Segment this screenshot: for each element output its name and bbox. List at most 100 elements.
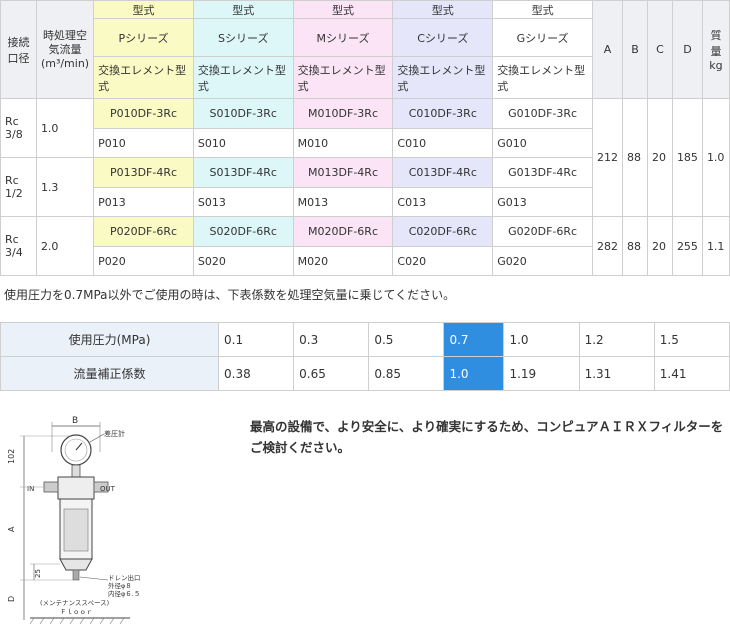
mass-header: 質量kg [701, 0, 730, 99]
pressure-cell: 0.5 [368, 322, 445, 357]
col-a-header: A [591, 0, 623, 99]
coef-cell: 1.41 [653, 356, 730, 391]
model-cell: C013DF-4Rc [392, 157, 494, 188]
coef-cell: 0.85 [368, 356, 445, 391]
element-cell: C010 [392, 128, 494, 158]
port-cell: Rc 3/8 [0, 98, 37, 158]
series-c: Cシリーズ [392, 18, 494, 57]
series-s: Sシリーズ [192, 18, 294, 57]
inlet-port [43, 481, 59, 493]
dim-a: 212 [591, 98, 623, 217]
element-cell: C013 [392, 187, 494, 217]
flow-header: 時処理空気流量 (m³/min) [35, 0, 95, 99]
model-header-s: 型式 [192, 0, 294, 19]
pressure-cell: 1.0 [503, 322, 580, 357]
in-label: IN [27, 485, 34, 493]
coef-cell: 0.65 [293, 356, 370, 391]
model-cell: C020DF-6Rc [392, 216, 494, 247]
element-cell: P020 [93, 246, 194, 276]
col-b-header: B [621, 0, 648, 99]
model-cell: C010DF-3Rc [392, 98, 494, 129]
model-cell: M013DF-4Rc [292, 157, 394, 188]
element-cell: C020 [392, 246, 494, 276]
element-header-p: 交換エレメント型式 [93, 56, 194, 99]
mass: 1.0 [701, 98, 730, 217]
element-cell: M010 [292, 128, 394, 158]
series-p: Pシリーズ [93, 18, 194, 57]
pressure-cell: 0.1 [217, 322, 295, 357]
dim-25-label: 25 [34, 569, 42, 578]
out-label: OUT [100, 485, 116, 493]
drain-label-3: 内径φ６.５ [108, 589, 140, 598]
dim-a: 282 [591, 216, 623, 276]
coef-label: 流量補正係数 [0, 356, 219, 391]
spec-table: 接続口径 時処理空気流量 (m³/min) 型式 型式 型式 型式 型式 A B … [0, 0, 730, 276]
table-row: Rc 3/8 1.0 P010DF-3Rc S010DF-3Rc M010DF-… [0, 98, 730, 217]
model-cell: G010DF-3Rc [492, 98, 593, 129]
model-cell: S010DF-3Rc [192, 98, 294, 129]
filter-head [57, 476, 95, 500]
maintenance-label: (メンテナンススペース) [40, 599, 109, 607]
element-header-m: 交換エレメント型式 [292, 56, 394, 99]
coef-cell: 1.31 [578, 356, 655, 391]
pressure-label: 使用圧力(MPa) [0, 322, 219, 357]
recommendation-text: 最高の設備で、より安全に、より確実にするため、コンピュアＡＩＲＸフィルターをご検… [250, 419, 724, 455]
table-row: 流量補正係数 0.38 0.65 0.85 1.0 1.19 1.31 1.41 [0, 356, 730, 391]
model-header-c: 型式 [392, 0, 494, 19]
pressure-note: 使用圧力を0.7MPa以外でご使用の時は、下表係数を処理空気量に乗じてください。 [4, 288, 456, 302]
element-cell: G020 [492, 246, 593, 276]
element-cell: S010 [192, 128, 294, 158]
pressure-cell: 1.5 [653, 322, 730, 357]
table-row: 使用圧力(MPa) 0.1 0.3 0.5 0.7 1.0 1.2 1.5 [0, 322, 730, 357]
element-cell: S020 [192, 246, 294, 276]
floor-label: Ｆｌｏｏｒ [60, 608, 93, 616]
series-g: Gシリーズ [492, 18, 593, 57]
coef-cell: 0.38 [217, 356, 295, 391]
dim-c: 20 [646, 98, 673, 217]
col-d-header: D [671, 0, 703, 99]
element-cell: G010 [492, 128, 593, 158]
table-row: Rc 3/4 2.0 P020DF-6Rc S020DF-6Rc M020DF-… [0, 216, 730, 276]
filter-element [63, 508, 89, 552]
model-cell: S020DF-6Rc [192, 216, 294, 247]
element-header-g: 交換エレメント型式 [492, 56, 593, 99]
element-cell: S013 [192, 187, 294, 217]
pressure-cell: 1.2 [578, 322, 655, 357]
port-cell: Rc 1/2 [0, 157, 37, 217]
dim-d: 185 [671, 98, 703, 217]
dim-b: 88 [621, 98, 648, 217]
dim-b-label: B [72, 416, 78, 426]
flow-cell: 1.3 [35, 157, 95, 217]
element-cell: G013 [492, 187, 593, 217]
drain-label-1: ドレン出口 [108, 573, 141, 582]
dim-102-label: 102 [7, 449, 16, 464]
dim-c: 20 [646, 216, 673, 276]
correction-factor-table: 使用圧力(MPa) 0.1 0.3 0.5 0.7 1.0 1.2 1.5 流量… [0, 322, 730, 391]
pressure-cell-highlight: 0.7 [443, 322, 505, 357]
element-cell: M020 [292, 246, 394, 276]
filter-dimension-diagram: B 差圧計 IN OUT ドレン出口 外径φ８ 内径φ６.５ 102 A 25 … [7, 416, 141, 625]
dim-a-label: A [7, 526, 16, 532]
col-c-header: C [646, 0, 673, 99]
flow-cell: 1.0 [35, 98, 95, 158]
model-header-g: 型式 [492, 0, 593, 19]
series-m: Mシリーズ [292, 18, 394, 57]
element-cell: M013 [292, 187, 394, 217]
gauge-label: 差圧計 [104, 429, 125, 438]
mass: 1.1 [701, 216, 730, 276]
model-cell: P010DF-3Rc [93, 98, 194, 129]
element-header-s: 交換エレメント型式 [192, 56, 294, 99]
element-cell: P013 [93, 187, 194, 217]
flow-cell: 2.0 [35, 216, 95, 276]
model-header-p: 型式 [93, 0, 194, 19]
port-cell: Rc 3/4 [0, 216, 37, 276]
model-cell: G013DF-4Rc [492, 157, 593, 188]
pressure-cell: 0.3 [293, 322, 370, 357]
element-header-c: 交換エレメント型式 [392, 56, 494, 99]
element-cell: P010 [93, 128, 194, 158]
model-cell: S013DF-4Rc [192, 157, 294, 188]
model-cell: M010DF-3Rc [292, 98, 394, 129]
dim-d: 255 [671, 216, 703, 276]
model-header-m: 型式 [292, 0, 394, 19]
model-cell: P013DF-4Rc [93, 157, 194, 188]
